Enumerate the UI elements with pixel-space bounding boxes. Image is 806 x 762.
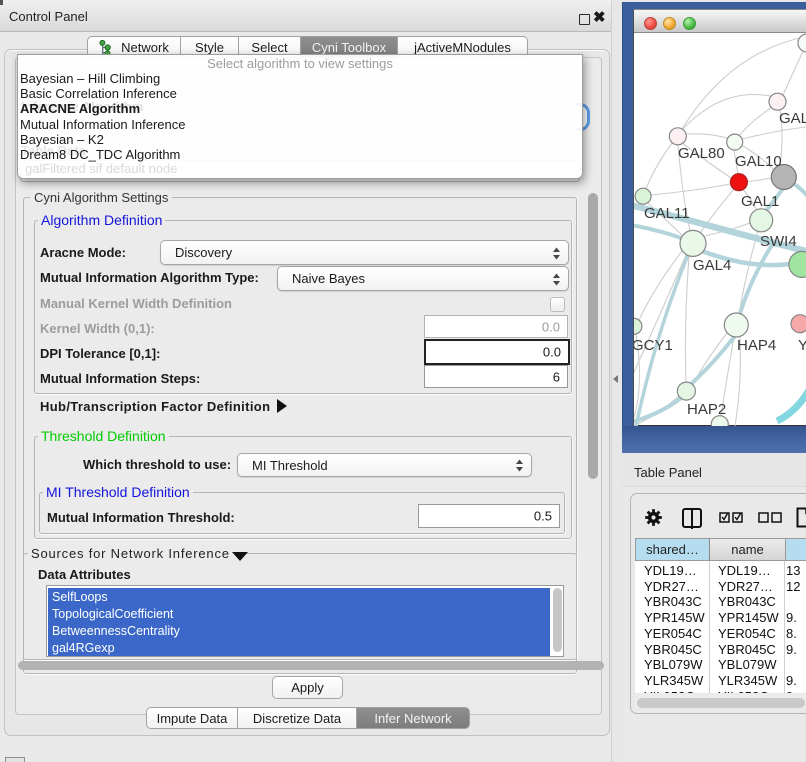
svg-text:HAP2: HAP2 [687, 401, 726, 418]
svg-text:GAL11: GAL11 [644, 205, 690, 222]
svg-text:GAL10: GAL10 [735, 153, 782, 170]
svg-text:GAL4: GAL4 [693, 257, 731, 274]
svg-text:GCY1: GCY1 [634, 337, 673, 354]
svg-text:SWI4: SWI4 [760, 233, 797, 250]
svg-text:GAL: GAL [779, 110, 806, 127]
svg-text:HAP4: HAP4 [737, 337, 776, 354]
svg-text:GAL1: GAL1 [741, 193, 779, 210]
svg-text:Y: Y [798, 337, 806, 354]
svg-text:GAL80: GAL80 [678, 145, 725, 162]
